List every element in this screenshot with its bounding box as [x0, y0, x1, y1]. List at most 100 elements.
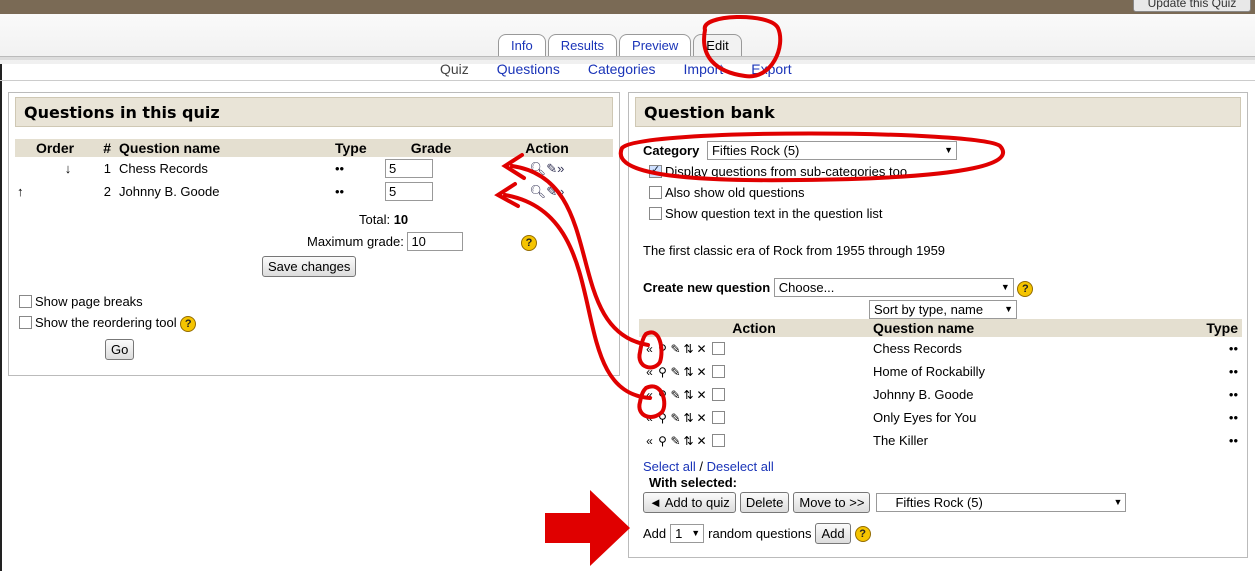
category-value: Fifties Rock (5) [711, 143, 800, 158]
select-all-link[interactable]: Select all [643, 459, 696, 474]
table-row: «⚲ ✎ ⇅ ✕ Home of Rockabilly •• [639, 360, 1242, 383]
subtab-quiz[interactable]: Quiz [440, 61, 469, 77]
edit-icon[interactable]: ✎ [546, 184, 557, 199]
chevron-down-icon: ▼ [691, 528, 701, 538]
grade-input[interactable]: 5 [385, 182, 433, 201]
preview-icon[interactable]: ⚲ [656, 342, 669, 356]
help-icon[interactable]: ? [854, 525, 871, 542]
move-target-value: Fifties Rock (5) [895, 495, 983, 510]
col-type: Type [1152, 319, 1242, 337]
delete-icon[interactable]: ✕ [695, 434, 708, 448]
random-label: random questions [708, 526, 812, 541]
question-bank-panel: Question bank Category Fifties Rock (5) ▼… [628, 92, 1248, 558]
save-changes-button[interactable]: Save changes [262, 256, 357, 277]
update-quiz-button[interactable]: Update this Quiz [1133, 0, 1251, 12]
grade-input[interactable]: 5 [385, 159, 433, 178]
move-icon[interactable]: ⇅ [682, 434, 695, 448]
edit-icon[interactable]: ✎ [669, 434, 682, 448]
help-icon[interactable]: ? [521, 235, 537, 251]
add-to-quiz-icon[interactable]: « [643, 365, 656, 379]
add-to-quiz-icon[interactable]: « [643, 388, 656, 402]
add-to-quiz-button[interactable]: ◄ Add to quiz [643, 492, 736, 513]
preview-icon[interactable]: ⚲ [656, 388, 669, 402]
add-to-quiz-icon[interactable]: « [643, 342, 656, 356]
opt-subcat[interactable]: Display questions from sub-categories to… [649, 163, 907, 179]
max-grade-input[interactable]: 10 [407, 232, 464, 251]
row-checkbox[interactable] [711, 411, 725, 424]
move-to-button[interactable]: Move to >> [793, 492, 871, 513]
subcat-checkbox[interactable] [649, 163, 662, 178]
question-bank-table: Action Question name Type «⚲ ✎ ⇅ ✕ Chess Re… [639, 319, 1242, 452]
tab-edit[interactable]: Edit [693, 34, 742, 56]
subtab-bar: Quiz Questions Categories Import Export [440, 61, 792, 77]
subtab-questions[interactable]: Questions [497, 61, 560, 77]
col-action: Action [639, 319, 869, 337]
subtab-import[interactable]: Import [684, 61, 724, 77]
deselect-all-link[interactable]: Deselect all [707, 459, 774, 474]
preview-icon[interactable]: 🔍︎ [530, 161, 547, 176]
category-description: The first classic era of Rock from 1955 … [643, 243, 946, 258]
preview-icon[interactable]: ⚲ [656, 411, 669, 425]
preview-icon[interactable]: ⚲ [656, 434, 669, 448]
tab-preview[interactable]: Preview [619, 34, 692, 56]
page-breaks-checkbox[interactable] [19, 295, 32, 308]
create-select[interactable]: Choose... ▼ [773, 278, 1014, 297]
move-target-select[interactable]: Fifties Rock (5) ▼ [876, 493, 1127, 512]
row-checkbox[interactable] [711, 388, 725, 401]
category-select[interactable]: Fifties Rock (5) ▼ [706, 141, 957, 160]
old-checkbox[interactable] [649, 186, 662, 199]
sort-select[interactable]: Sort by type, name ▼ [869, 300, 1017, 319]
reorder-checkbox[interactable] [19, 316, 32, 329]
edit-icon[interactable]: ✎ [669, 411, 682, 425]
subtab-export[interactable]: Export [751, 61, 791, 77]
table-row: «⚲ ✎ ⇅ ✕ The Killer •• [639, 429, 1242, 452]
edit-icon[interactable]: ✎ [669, 342, 682, 356]
remove-icon[interactable]: » [557, 161, 564, 176]
delete-button[interactable]: Delete [739, 492, 790, 513]
category-row: Category Fifties Rock (5) ▼ [643, 141, 957, 160]
question-bank-title: Question bank [635, 97, 1241, 127]
add-random-button[interactable]: Add [815, 523, 851, 544]
help-icon[interactable]: ? [180, 315, 197, 332]
chevron-down-icon: ▼ [1113, 497, 1123, 507]
opt-old[interactable]: Also show old questions [649, 185, 804, 200]
row-name: Home of Rockabilly [873, 364, 985, 379]
tab-bar: Info Results Preview Edit [498, 34, 742, 56]
go-button[interactable]: Go [105, 339, 135, 360]
add-to-quiz-icon[interactable]: « [643, 434, 656, 448]
delete-icon[interactable]: ✕ [695, 365, 708, 379]
move-icon[interactable]: ⇅ [682, 411, 695, 425]
add-to-quiz-icon[interactable]: « [643, 411, 656, 425]
move-icon[interactable]: ⇅ [682, 365, 695, 379]
row-checkbox[interactable] [711, 365, 725, 378]
text-checkbox[interactable] [649, 207, 662, 220]
help-icon[interactable]: ? [1017, 280, 1034, 297]
edit-icon[interactable]: ✎ [669, 388, 682, 402]
show-reorder[interactable]: Show the reordering tool ? [19, 315, 197, 332]
move-icon[interactable]: ⇅ [682, 342, 695, 356]
edit-icon[interactable]: ✎ [546, 161, 557, 176]
tab-info[interactable]: Info [498, 34, 546, 56]
show-page-breaks[interactable]: Show page breaks [19, 294, 143, 309]
preview-icon[interactable]: 🔍︎ [530, 184, 547, 199]
row-name: Only Eyes for You [873, 410, 977, 425]
random-count-select[interactable]: 1 ▼ [670, 524, 705, 543]
delete-icon[interactable]: ✕ [695, 411, 708, 425]
chevron-down-icon: ▼ [944, 145, 953, 155]
row-checkbox[interactable] [711, 342, 725, 355]
opt-text[interactable]: Show question text in the question list [649, 206, 883, 221]
remove-icon[interactable]: » [557, 184, 564, 199]
row-checkbox[interactable] [711, 434, 725, 447]
move-down-icon[interactable]: ↓ [65, 161, 72, 176]
move-up-icon[interactable]: ↑ [17, 184, 24, 199]
delete-icon[interactable]: ✕ [695, 388, 708, 402]
preview-icon[interactable]: ⚲ [656, 365, 669, 379]
delete-icon[interactable]: ✕ [695, 342, 708, 356]
add-random-label: Add [643, 526, 667, 541]
create-row: Create new question Choose... ▼ ? [643, 278, 1034, 297]
move-icon[interactable]: ⇅ [682, 388, 695, 402]
quiz-questions-table: Order # Question name Type Grade Action … [15, 139, 613, 203]
tab-results[interactable]: Results [547, 34, 618, 56]
subtab-categories[interactable]: Categories [588, 61, 656, 77]
edit-icon[interactable]: ✎ [669, 365, 682, 379]
